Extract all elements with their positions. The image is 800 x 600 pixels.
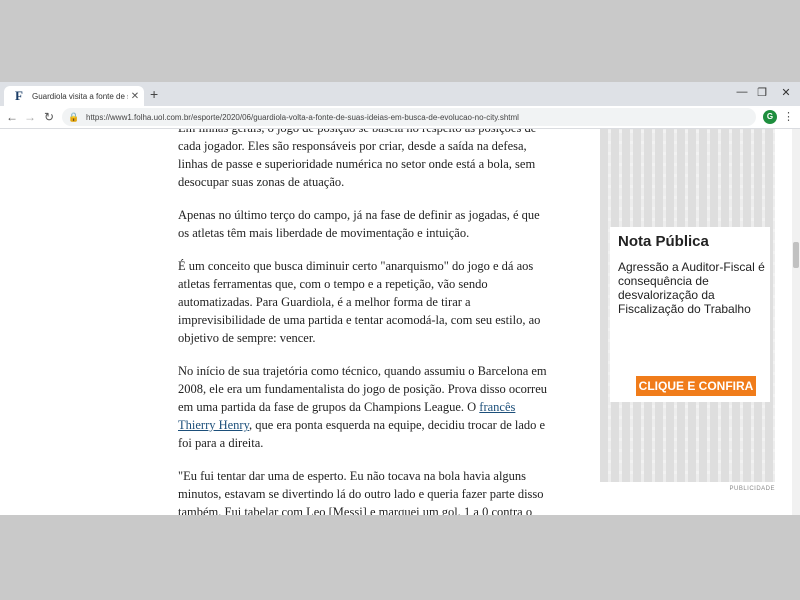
- tab-article[interactable]: F Guardiola visita a fonte de suas ideia…: [4, 86, 144, 106]
- close-window-icon[interactable]: ✕: [776, 86, 796, 99]
- new-tab-plus-icon[interactable]: +: [150, 87, 158, 101]
- article-paragraph: Em linhas gerais, o jogo de posição se b…: [178, 129, 536, 189]
- ad-heading: Nota Pública: [618, 233, 709, 250]
- back-arrow-icon[interactable]: ←: [4, 109, 20, 125]
- browser-window: F Guardiola visita a fonte de suas ideia…: [0, 82, 800, 515]
- menu-kebab-icon[interactable]: ⋮: [783, 110, 794, 124]
- tab-close-icon[interactable]: ✕: [130, 91, 140, 102]
- article-paragraph: No início de sua trajetória como técnico…: [178, 362, 548, 452]
- ad-body: Agressão a Auditor-Fiscal é consequência…: [618, 260, 765, 316]
- article-paragraph: É um conceito que busca diminuir certo "…: [178, 259, 541, 345]
- tab-title: Guardiola visita a fonte de suas ideias: [32, 91, 128, 101]
- folha-favicon-icon: F: [15, 88, 23, 103]
- browser-toolbar: ← → ↻ 🔒 https://www1.folha.uol.com.br/es…: [0, 106, 800, 129]
- lock-icon[interactable]: 🔒: [68, 112, 80, 123]
- page-content: Em linhas gerais, o jogo de posição se b…: [0, 129, 792, 515]
- ad-label: PUBLICIDADE: [729, 486, 775, 492]
- address-bar[interactable]: 🔒 https://www1.folha.uol.com.br/esporte/…: [62, 108, 756, 126]
- ad-cta-button[interactable]: CLIQUE E CONFIRA: [636, 376, 756, 396]
- article-body: Em linhas gerais, o jogo de posição se b…: [178, 129, 548, 515]
- article-paragraph: Apenas no último terço do campo, já na f…: [178, 208, 540, 240]
- profile-avatar[interactable]: G: [763, 110, 777, 124]
- reload-icon[interactable]: ↻: [41, 109, 57, 125]
- restore-icon[interactable]: ❐: [752, 86, 772, 99]
- advertisement[interactable]: Nota Pública Agressão a Auditor-Fiscal é…: [600, 129, 775, 482]
- minimize-icon[interactable]: —: [732, 86, 752, 98]
- vertical-scrollbar[interactable]: [792, 129, 800, 515]
- article-paragraph: "Eu fui tentar dar uma de esperto. Eu nã…: [178, 469, 544, 515]
- ad-panel: Nota Pública Agressão a Auditor-Fiscal é…: [610, 227, 770, 402]
- forward-arrow-icon[interactable]: →: [22, 109, 38, 125]
- tab-strip: F Guardiola visita a fonte de suas ideia…: [0, 82, 800, 106]
- scrollbar-thumb[interactable]: [793, 242, 799, 268]
- url-text: https://www1.folha.uol.com.br/esporte/20…: [86, 112, 519, 122]
